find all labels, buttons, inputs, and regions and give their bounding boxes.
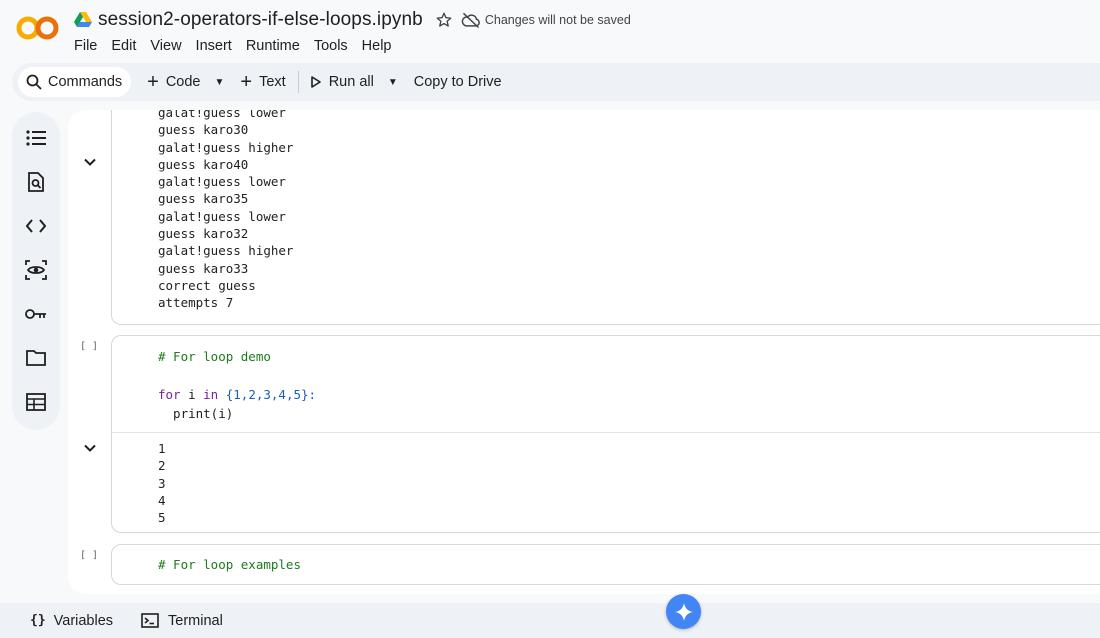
google-drive-icon[interactable] (74, 12, 92, 28)
code-comment: # For loop examples (158, 557, 301, 572)
add-code-button[interactable]: + Code ▼ (147, 72, 224, 92)
code-cell[interactable]: # For loop demo for i in {1,2,3,4,5}: pr… (111, 335, 1100, 533)
chevron-down-icon[interactable]: ▼ (215, 77, 225, 88)
output-line: galat!guess higher (158, 139, 294, 155)
bottom-bar: {} Variables Terminal (0, 603, 1100, 638)
code-label: Code (165, 74, 201, 90)
output-line: galat!guess lower (158, 174, 286, 190)
output-line: 1 (158, 441, 166, 456)
menu-bar: File Edit View Insert Runtime Tools Help (74, 38, 406, 54)
add-text-button[interactable]: + Text (240, 72, 285, 92)
output-line: correct guess (158, 277, 256, 293)
menu-help[interactable]: Help (362, 38, 392, 54)
menu-runtime[interactable]: Runtime (246, 38, 300, 54)
table-of-contents-icon[interactable] (24, 126, 48, 150)
collapse-output-chevron-icon[interactable] (83, 155, 97, 169)
data-table-icon[interactable] (24, 390, 48, 414)
plus-icon: + (147, 71, 159, 93)
keyword-in: in (203, 387, 219, 402)
output-line: galat!guess lower (158, 110, 286, 120)
menu-insert[interactable]: Insert (196, 38, 232, 54)
run-cell-bracket[interactable]: [ ] (80, 550, 98, 561)
search-icon (26, 74, 42, 90)
save-status-text: Changes will not be saved (484, 13, 631, 27)
variables-label: Variables (53, 612, 114, 629)
code-line: print(i) (158, 406, 234, 421)
keyword-for: for (158, 387, 181, 402)
output-line: 5 (158, 510, 166, 526)
run-cell-bracket[interactable]: [ ] (80, 341, 98, 352)
commands-button[interactable]: Commands (18, 67, 132, 97)
output-line: galat!guess lower (158, 208, 286, 224)
sparkle-icon (674, 602, 693, 621)
output-line: guess karo33 (158, 260, 249, 276)
cloud-off-icon (461, 12, 480, 29)
output-line: 2 (158, 458, 166, 474)
star-icon[interactable] (435, 11, 453, 29)
output-text: galat!guess lower guess karo30 galat!gue… (158, 110, 293, 312)
menu-tools[interactable]: Tools (314, 38, 348, 54)
code-cell[interactable]: # For loop examples (111, 544, 1100, 585)
code-var: i (180, 387, 204, 402)
commands-label: Commands (48, 74, 123, 90)
output-text: 1 2 3 4 5 (158, 440, 166, 526)
terminal-icon (141, 613, 159, 628)
terminal-button[interactable]: Terminal (141, 613, 223, 629)
text-label: Text (259, 74, 286, 90)
output-line: guess karo40 (158, 156, 249, 172)
gemini-button[interactable] (666, 594, 701, 629)
code-editor[interactable]: # For loop examples (158, 555, 301, 574)
copy-to-drive-label: Copy to Drive (413, 74, 502, 90)
variables-inspector-icon[interactable] (24, 258, 48, 282)
run-all-label: Run all (328, 74, 374, 90)
app-header: session2-operators-if-else-loops.ipynb C… (0, 0, 1100, 62)
collapse-output-chevron-icon[interactable] (83, 441, 97, 455)
code-set-literal: {1,2,3,4,5}: (218, 387, 317, 402)
code-line: for i in {1,2,3,4,5}: (158, 385, 316, 404)
notebook-title[interactable]: session2-operators-if-else-loops.ipynb (98, 9, 423, 31)
terminal-label: Terminal (168, 612, 223, 629)
copy-to-drive-button[interactable]: Copy to Drive (414, 74, 502, 90)
toolbar-divider (297, 71, 299, 93)
output-line: 4 (158, 492, 166, 508)
run-all-button[interactable]: Run all ▼ (310, 74, 398, 90)
chevron-down-icon[interactable]: ▼ (388, 77, 398, 88)
variables-button[interactable]: {} Variables (30, 613, 113, 629)
output-line: guess karo35 (158, 191, 249, 207)
find-replace-icon[interactable] (24, 170, 48, 194)
code-editor[interactable]: # For loop demo for i in {1,2,3,4,5}: pr… (158, 347, 316, 423)
code-snippets-icon[interactable] (24, 214, 48, 238)
output-divider (112, 432, 1100, 433)
files-folder-icon[interactable] (24, 346, 48, 370)
output-line: guess karo30 (158, 122, 249, 138)
output-line: 3 (158, 475, 166, 491)
colab-logo[interactable] (16, 14, 60, 42)
notebook-toolbar: Commands + Code ▼ + Text Run all ▼ Copy … (12, 63, 1100, 101)
menu-view[interactable]: View (150, 38, 181, 54)
cell-output: galat!guess lower guess karo30 galat!gue… (111, 110, 1100, 325)
output-line: attempts 7 (158, 295, 234, 311)
output-line: guess karo32 (158, 226, 249, 242)
notebook-main: galat!guess lower guess karo30 galat!gue… (68, 110, 1100, 594)
code-comment: # For loop demo (158, 349, 271, 364)
plus-icon: + (240, 71, 253, 93)
output-line: galat!guess higher (158, 243, 294, 259)
secrets-key-icon[interactable] (24, 302, 48, 326)
left-side-rail (12, 112, 60, 430)
menu-file[interactable]: File (74, 38, 97, 54)
variables-icon: {} (30, 613, 46, 628)
play-icon (310, 76, 321, 88)
menu-edit[interactable]: Edit (111, 38, 136, 54)
